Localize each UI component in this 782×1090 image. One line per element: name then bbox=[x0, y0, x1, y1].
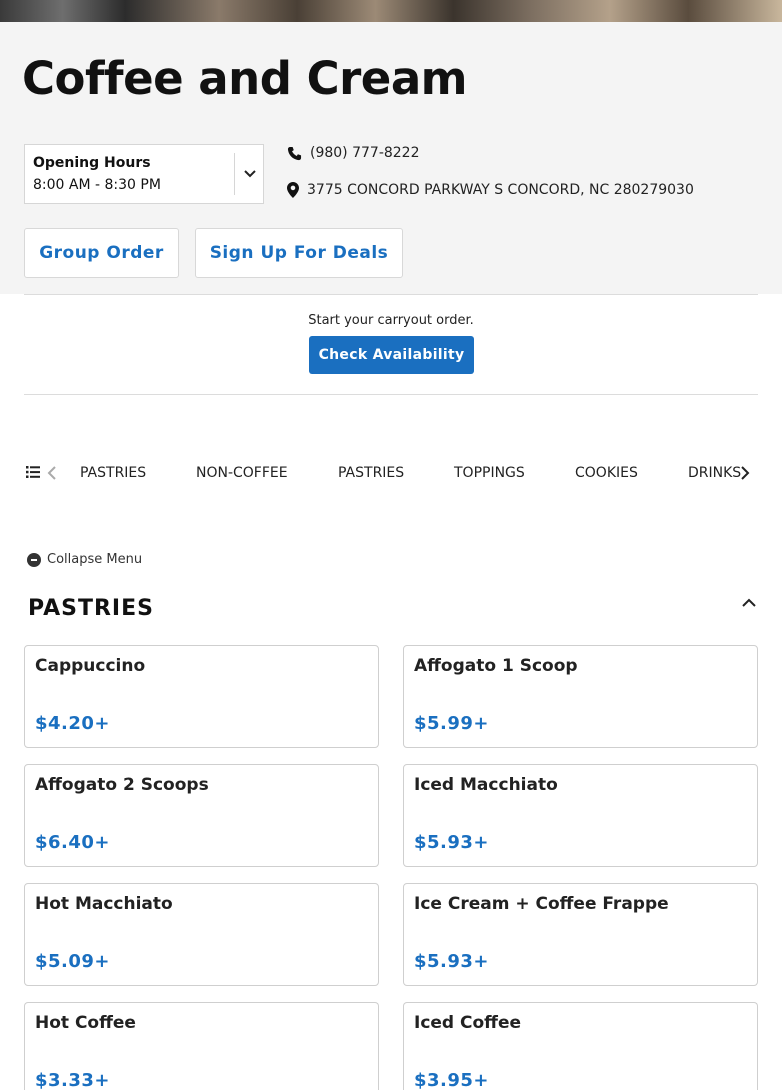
divider bbox=[24, 294, 758, 295]
menu-item-price: $6.40+ bbox=[35, 832, 111, 853]
chevron-left-icon[interactable] bbox=[47, 465, 57, 481]
menu-item-card[interactable]: Affogato 1 Scoop $5.99+ bbox=[403, 645, 758, 748]
menu-item-card[interactable]: Hot Macchiato $5.09+ bbox=[24, 883, 379, 986]
chevron-down-icon[interactable] bbox=[242, 165, 258, 181]
menu-item-card[interactable]: Hot Coffee $3.33+ bbox=[24, 1002, 379, 1090]
menu-item-price: $5.99+ bbox=[414, 713, 490, 734]
opening-hours-dropdown[interactable]: Opening Hours 8:00 AM - 8:30 PM bbox=[24, 144, 264, 204]
category-tab[interactable]: NON-COFFEE bbox=[196, 465, 288, 481]
minus-circle-icon bbox=[27, 552, 41, 567]
dropdown-divider bbox=[234, 153, 235, 195]
menu-item-card[interactable]: Iced Coffee $3.95+ bbox=[403, 1002, 758, 1090]
sign-up-deals-button[interactable]: Sign Up For Deals bbox=[195, 228, 403, 278]
collapse-menu-label: Collapse Menu bbox=[47, 552, 143, 567]
menu-item-price: $4.20+ bbox=[35, 713, 111, 734]
category-tab[interactable]: PASTRIES bbox=[338, 465, 404, 481]
menu-item-price: $3.33+ bbox=[35, 1070, 111, 1090]
restaurant-address[interactable]: 3775 CONCORD PARKWAY S CONCORD, NC 28027… bbox=[307, 182, 694, 198]
hero-image bbox=[0, 0, 782, 22]
menu-item-name: Hot Coffee bbox=[35, 1013, 136, 1033]
phone-link[interactable]: (980) 777-8222 bbox=[287, 145, 420, 161]
menu-item-card[interactable]: Iced Macchiato $5.93+ bbox=[403, 764, 758, 867]
category-tab[interactable]: TOPPINGS bbox=[454, 465, 525, 481]
chevron-right-icon[interactable] bbox=[740, 465, 750, 481]
section-title: PASTRIES bbox=[28, 596, 154, 621]
menu-item-price: $5.09+ bbox=[35, 951, 111, 972]
menu-item-name: Ice Cream + Coffee Frappe bbox=[414, 894, 669, 914]
menu-item-name: Iced Coffee bbox=[414, 1013, 522, 1033]
list-icon[interactable] bbox=[26, 466, 40, 478]
phone-icon bbox=[287, 146, 302, 160]
menu-item-name: Affogato 1 Scoop bbox=[414, 656, 578, 676]
menu-item-price: $5.93+ bbox=[414, 832, 490, 853]
divider bbox=[24, 394, 758, 395]
collapse-menu-button[interactable]: Collapse Menu bbox=[27, 552, 142, 567]
menu-item-price: $3.95+ bbox=[414, 1070, 490, 1090]
menu-item-name: Hot Macchiato bbox=[35, 894, 173, 914]
phone-number[interactable]: (980) 777-8222 bbox=[310, 145, 420, 161]
category-tab[interactable]: PASTRIES bbox=[80, 465, 146, 481]
opening-hours-value: 8:00 AM - 8:30 PM bbox=[33, 177, 161, 193]
menu-item-card[interactable]: Ice Cream + Coffee Frappe $5.93+ bbox=[403, 883, 758, 986]
address-link[interactable]: 3775 CONCORD PARKWAY S CONCORD, NC 28027… bbox=[287, 182, 694, 198]
menu-item-name: Cappuccino bbox=[35, 656, 146, 676]
opening-hours-label: Opening Hours bbox=[33, 155, 151, 171]
menu-item-name: Affogato 2 Scoops bbox=[35, 775, 209, 795]
category-nav: PASTRIES NON-COFFEE PASTRIES TOPPINGS CO… bbox=[0, 455, 782, 491]
menu-item-card[interactable]: Affogato 2 Scoops $6.40+ bbox=[24, 764, 379, 867]
category-tab[interactable]: COOKIES bbox=[575, 465, 638, 481]
group-order-button[interactable]: Group Order bbox=[24, 228, 179, 278]
chevron-up-icon[interactable] bbox=[741, 596, 757, 610]
check-availability-button[interactable]: Check Availability bbox=[309, 336, 474, 374]
menu-item-name: Iced Macchiato bbox=[414, 775, 558, 795]
category-tab[interactable]: DRINKS bbox=[688, 465, 741, 481]
menu-item-price: $5.93+ bbox=[414, 951, 490, 972]
menu-item-card[interactable]: Cappuccino $4.20+ bbox=[24, 645, 379, 748]
restaurant-title: Coffee and Cream bbox=[22, 52, 468, 105]
map-pin-icon bbox=[287, 182, 299, 198]
carryout-prompt: Start your carryout order. bbox=[308, 313, 474, 328]
